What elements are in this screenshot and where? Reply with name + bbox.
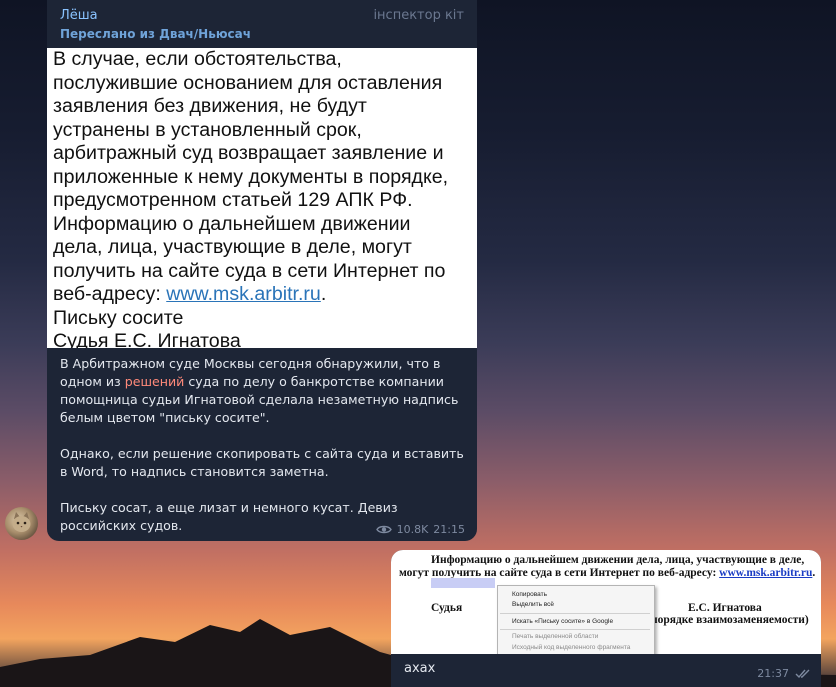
doc-judge-label: Судья [431, 602, 463, 614]
context-menu-item: Выделить всё [512, 601, 555, 608]
decision-link[interactable]: решений [125, 374, 185, 389]
context-menu: Копировать Выделить всё Искать «Письку с… [497, 585, 655, 654]
caption-paragraph: В Арбитражном суде Москвы сегодня обнару… [60, 355, 468, 427]
caption-paragraph: Однако, если решение скопировать с сайта… [60, 446, 464, 479]
message-caption: В Арбитражном суде Москвы сегодня обнару… [60, 355, 468, 541]
message-photo[interactable]: Информацию о дальнейшем движении дела, л… [391, 550, 821, 654]
doc-line: Информацию о дальнейшем движении дела, л… [431, 554, 805, 566]
incoming-message[interactable]: Лёша інспектор кіт Переслано из Двач/Нью… [47, 0, 477, 541]
doc-judge-name: Е.С. Игнатова [688, 602, 762, 614]
message-time: 21:37 [757, 667, 789, 680]
context-menu-item: Копировать [512, 591, 547, 598]
photo-line: получить на сайте суда в сети Интернет п… [53, 259, 446, 282]
photo-line: Информацию о дальнейшем движении [53, 212, 411, 235]
forwarded-from[interactable]: Переслано из Двач/Ньюсач [60, 27, 251, 41]
menu-divider [500, 629, 650, 630]
context-menu-item: Печать выделенной области [512, 633, 599, 640]
doc-text: . [812, 567, 816, 579]
photo-line: приложенные к нему документы в порядке, [53, 165, 449, 188]
message-text: ахах [404, 661, 436, 676]
photo-addr-suffix: . [320, 283, 327, 305]
photo-text: В случае, если обстоятельства, послуживш… [47, 48, 477, 348]
photo-line: дела, лица, участвующие в деле, могут [53, 236, 412, 258]
cat-avatar-icon [12, 512, 31, 532]
avatar[interactable] [5, 507, 38, 540]
photo-line: заявления без движения, не будут [53, 95, 367, 117]
view-count: 10.8K [396, 523, 429, 536]
outgoing-message[interactable]: Информацию о дальнейшем движении дела, л… [391, 550, 821, 687]
context-menu-item: Искать «Письку сосите» в Google [512, 618, 614, 625]
message-meta: 21:37 [757, 667, 812, 680]
doc-order-text: порядке взаимозаменяемости) [651, 614, 809, 626]
photo-line: послужившие основанием для оставления [53, 71, 443, 94]
photo-addr-prefix: веб-адресу: [53, 283, 167, 305]
eye-icon [375, 525, 392, 534]
message-meta: 10.8K 21:15 [375, 523, 465, 536]
menu-divider [500, 613, 650, 614]
message-header: Лёша інспектор кіт Переслано из Двач/Нью… [47, 0, 477, 48]
context-menu-item: Исходный код выделенного фрагмента [512, 644, 631, 651]
message-time: 21:15 [433, 523, 465, 536]
admin-title: інспектор кіт [373, 8, 464, 23]
sender-name[interactable]: Лёша [60, 8, 98, 23]
text-selection [431, 578, 495, 588]
message-photo[interactable]: В случае, если обстоятельства, послуживш… [47, 48, 477, 348]
photo-hidden-text: Письку сосите [53, 306, 184, 329]
double-check-icon [795, 669, 810, 678]
doc-link: www.msk.arbitr.ru [719, 567, 813, 579]
photo-link: www.msk.arbitr.ru [166, 283, 321, 305]
photo-line: предусмотренном статьей 129 АПК РФ. [53, 189, 413, 211]
photo-line: В случае, если обстоятельства, [53, 48, 342, 70]
photo-line: устранены в установленный срок, [53, 118, 362, 141]
photo-judge: Судья Е.С. Игнатова [53, 330, 241, 348]
photo-line: арбитражный суд возвращает заявление и [53, 142, 444, 164]
